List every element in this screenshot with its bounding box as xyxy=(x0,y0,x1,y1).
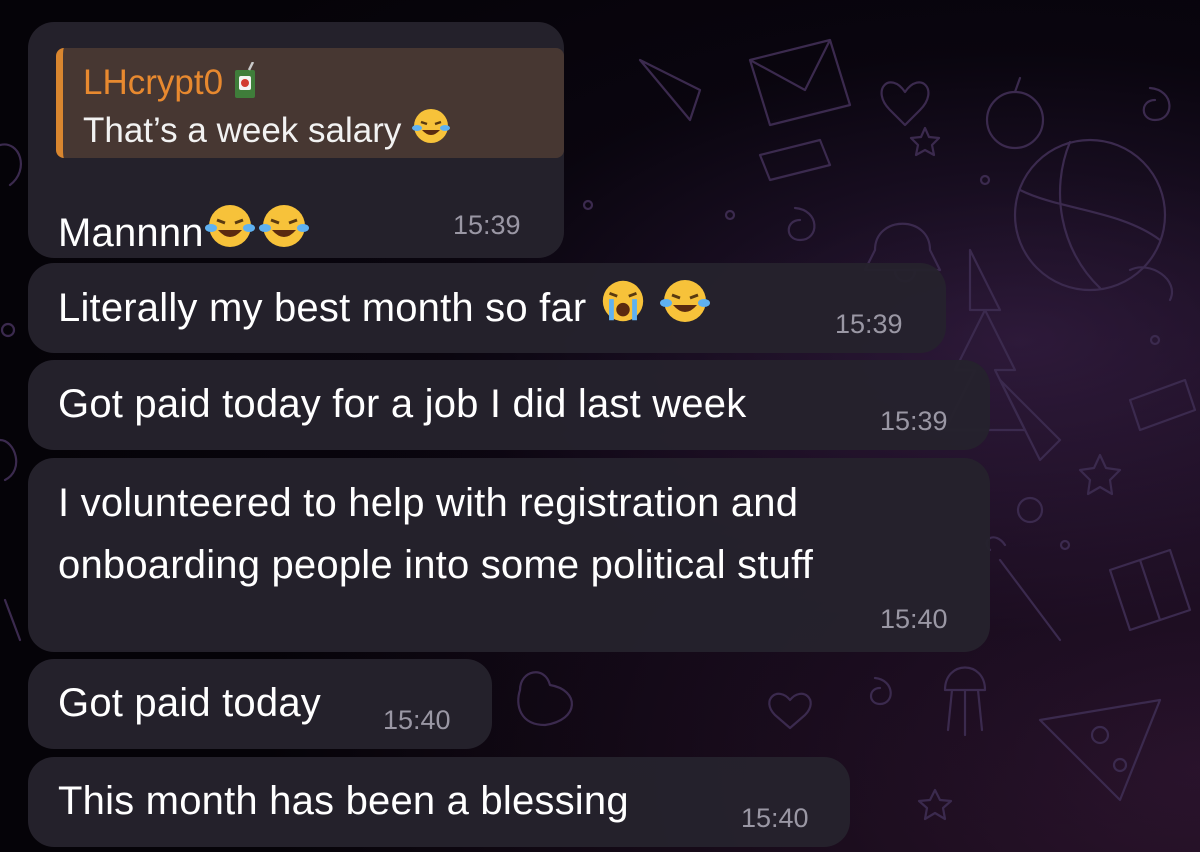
message-timestamp: 15:39 xyxy=(835,309,903,339)
message-text: This month has been a blessing xyxy=(58,779,629,823)
message-timestamp: 15:40 xyxy=(383,705,451,735)
message-timestamp: 15:39 xyxy=(453,210,521,240)
message-timestamp: 15:40 xyxy=(741,803,809,833)
reply-text: That’s a week salary xyxy=(83,106,451,151)
laughing-tears-emoji xyxy=(660,280,711,322)
message-bubble[interactable]: Literally my best month so far 15:39 xyxy=(28,263,946,353)
laughing-tears-emoji xyxy=(258,205,309,247)
message-line: I volunteered to help with registration … xyxy=(58,481,799,525)
message-text: Mannnn xyxy=(58,202,312,264)
message-text: Literally my best month so far xyxy=(58,277,711,339)
message-bubble[interactable]: Got paid today for a job I did last week… xyxy=(28,360,990,450)
laughing-tears-emoji xyxy=(204,205,255,247)
chat-view: LHcrypt0 That’s a week salary Mannnn 15:… xyxy=(0,0,1200,852)
message-timestamp: 15:39 xyxy=(880,406,948,436)
juice-box-icon xyxy=(234,62,255,98)
crying-emoji xyxy=(602,280,643,322)
message-text: Got paid today xyxy=(58,681,321,725)
message-bubble[interactable]: Got paid today 15:40 xyxy=(28,659,492,749)
message-text: I volunteered to help with registration … xyxy=(58,472,813,596)
reply-preview[interactable]: LHcrypt0 That’s a week salary xyxy=(56,48,564,158)
message-bubble[interactable]: This month has been a blessing 15:40 xyxy=(28,757,850,847)
message-line: onboarding people into some political st… xyxy=(58,543,814,587)
laughing-tears-emoji xyxy=(412,109,451,143)
message-text: Got paid today for a job I did last week xyxy=(58,382,747,426)
reply-author: LHcrypt0 xyxy=(83,62,259,103)
message-bubble[interactable]: LHcrypt0 That’s a week salary Mannnn 15:… xyxy=(28,22,564,258)
message-timestamp: 15:40 xyxy=(880,604,948,634)
message-bubble[interactable]: I volunteered to help with registration … xyxy=(28,458,990,652)
